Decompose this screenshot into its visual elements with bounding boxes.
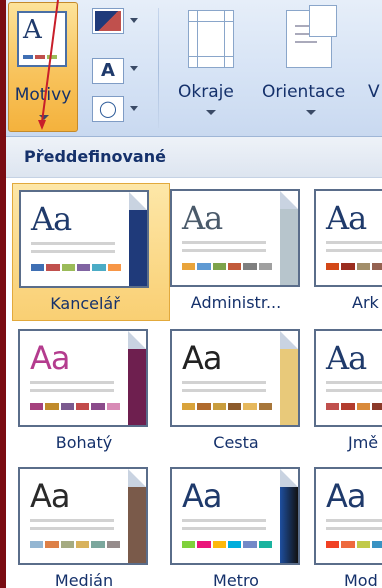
size-label: V <box>368 82 380 102</box>
section-title: Předdefinované <box>24 147 166 166</box>
page-layout-window: A Motivy A ◯ Okraje Orientace V Předdefi… <box>6 0 382 588</box>
theme-tile-cesta[interactable]: Aa Cesta <box>164 323 322 461</box>
orientation-icon <box>286 5 337 68</box>
size-button[interactable]: V <box>364 0 382 134</box>
theme-tile-kancelar[interactable]: Aa Kancelář <box>12 183 170 321</box>
ribbon: A Motivy A ◯ Okraje Orientace V <box>6 0 382 137</box>
theme-label: Medián <box>54 571 114 588</box>
chevron-down-icon[interactable] <box>130 106 138 111</box>
theme-label: Mod <box>344 571 378 588</box>
theme-label: Kancelář <box>50 294 120 313</box>
theme-label: Metro <box>213 571 259 588</box>
theme-effects-button[interactable]: ◯ <box>92 96 124 122</box>
theme-tile-ark[interactable]: Aa Ark <box>308 183 382 321</box>
theme-preview: Aa <box>18 329 148 427</box>
ribbon-separator <box>158 8 159 128</box>
themes-icon: A <box>17 11 67 67</box>
theme-label: Bohatý <box>55 433 113 452</box>
theme-label: Cesta <box>213 433 259 452</box>
chevron-down-icon[interactable] <box>130 18 138 23</box>
theme-tile-metro[interactable]: Aa Metro <box>164 461 322 588</box>
theme-preview: Aa <box>18 467 148 565</box>
theme-fonts-icon: A <box>101 60 115 81</box>
chevron-down-icon <box>306 110 316 115</box>
theme-label: Ark <box>352 293 379 312</box>
margins-button[interactable]: Okraje <box>168 0 252 134</box>
theme-preview: Aa <box>170 329 300 427</box>
theme-label: Administr... <box>190 293 282 312</box>
chevron-down-icon[interactable] <box>130 66 138 71</box>
motivy-button[interactable]: A Motivy <box>8 2 78 132</box>
theme-preview: Aa <box>19 190 149 288</box>
theme-colors-icon <box>95 11 121 31</box>
theme-label: Jmě <box>348 433 379 452</box>
theme-tile-mod[interactable]: Aa Mod <box>308 461 382 588</box>
theme-effects-icon: ◯ <box>99 99 117 118</box>
theme-fonts-button[interactable]: A <box>92 58 124 84</box>
section-header: Předdefinované <box>6 137 382 178</box>
theme-colors-button[interactable] <box>92 8 124 34</box>
theme-preview: Aa <box>170 467 300 565</box>
orientation-label: Orientace <box>262 82 346 102</box>
motivy-label: Motivy <box>14 85 72 105</box>
theme-tile-bohaty[interactable]: Aa Bohatý <box>12 323 170 461</box>
margins-label: Okraje <box>178 82 234 102</box>
theme-tile-median[interactable]: Aa Medián <box>12 461 170 588</box>
theme-tile-jme[interactable]: Aa Jmě <box>308 323 382 461</box>
theme-preview: Aa <box>314 189 382 287</box>
theme-preview: Aa <box>170 189 300 287</box>
theme-preview: Aa <box>314 329 382 427</box>
orientation-button[interactable]: Orientace <box>256 0 360 134</box>
themes-gallery: Předdefinované Aa Kancelář Aa Administr.… <box>6 137 382 588</box>
chevron-down-icon <box>39 115 49 120</box>
theme-tile-administr[interactable]: Aa Administr... <box>164 183 322 321</box>
margins-icon <box>188 10 234 68</box>
chevron-down-icon <box>206 110 216 115</box>
theme-preview: Aa <box>314 467 382 565</box>
